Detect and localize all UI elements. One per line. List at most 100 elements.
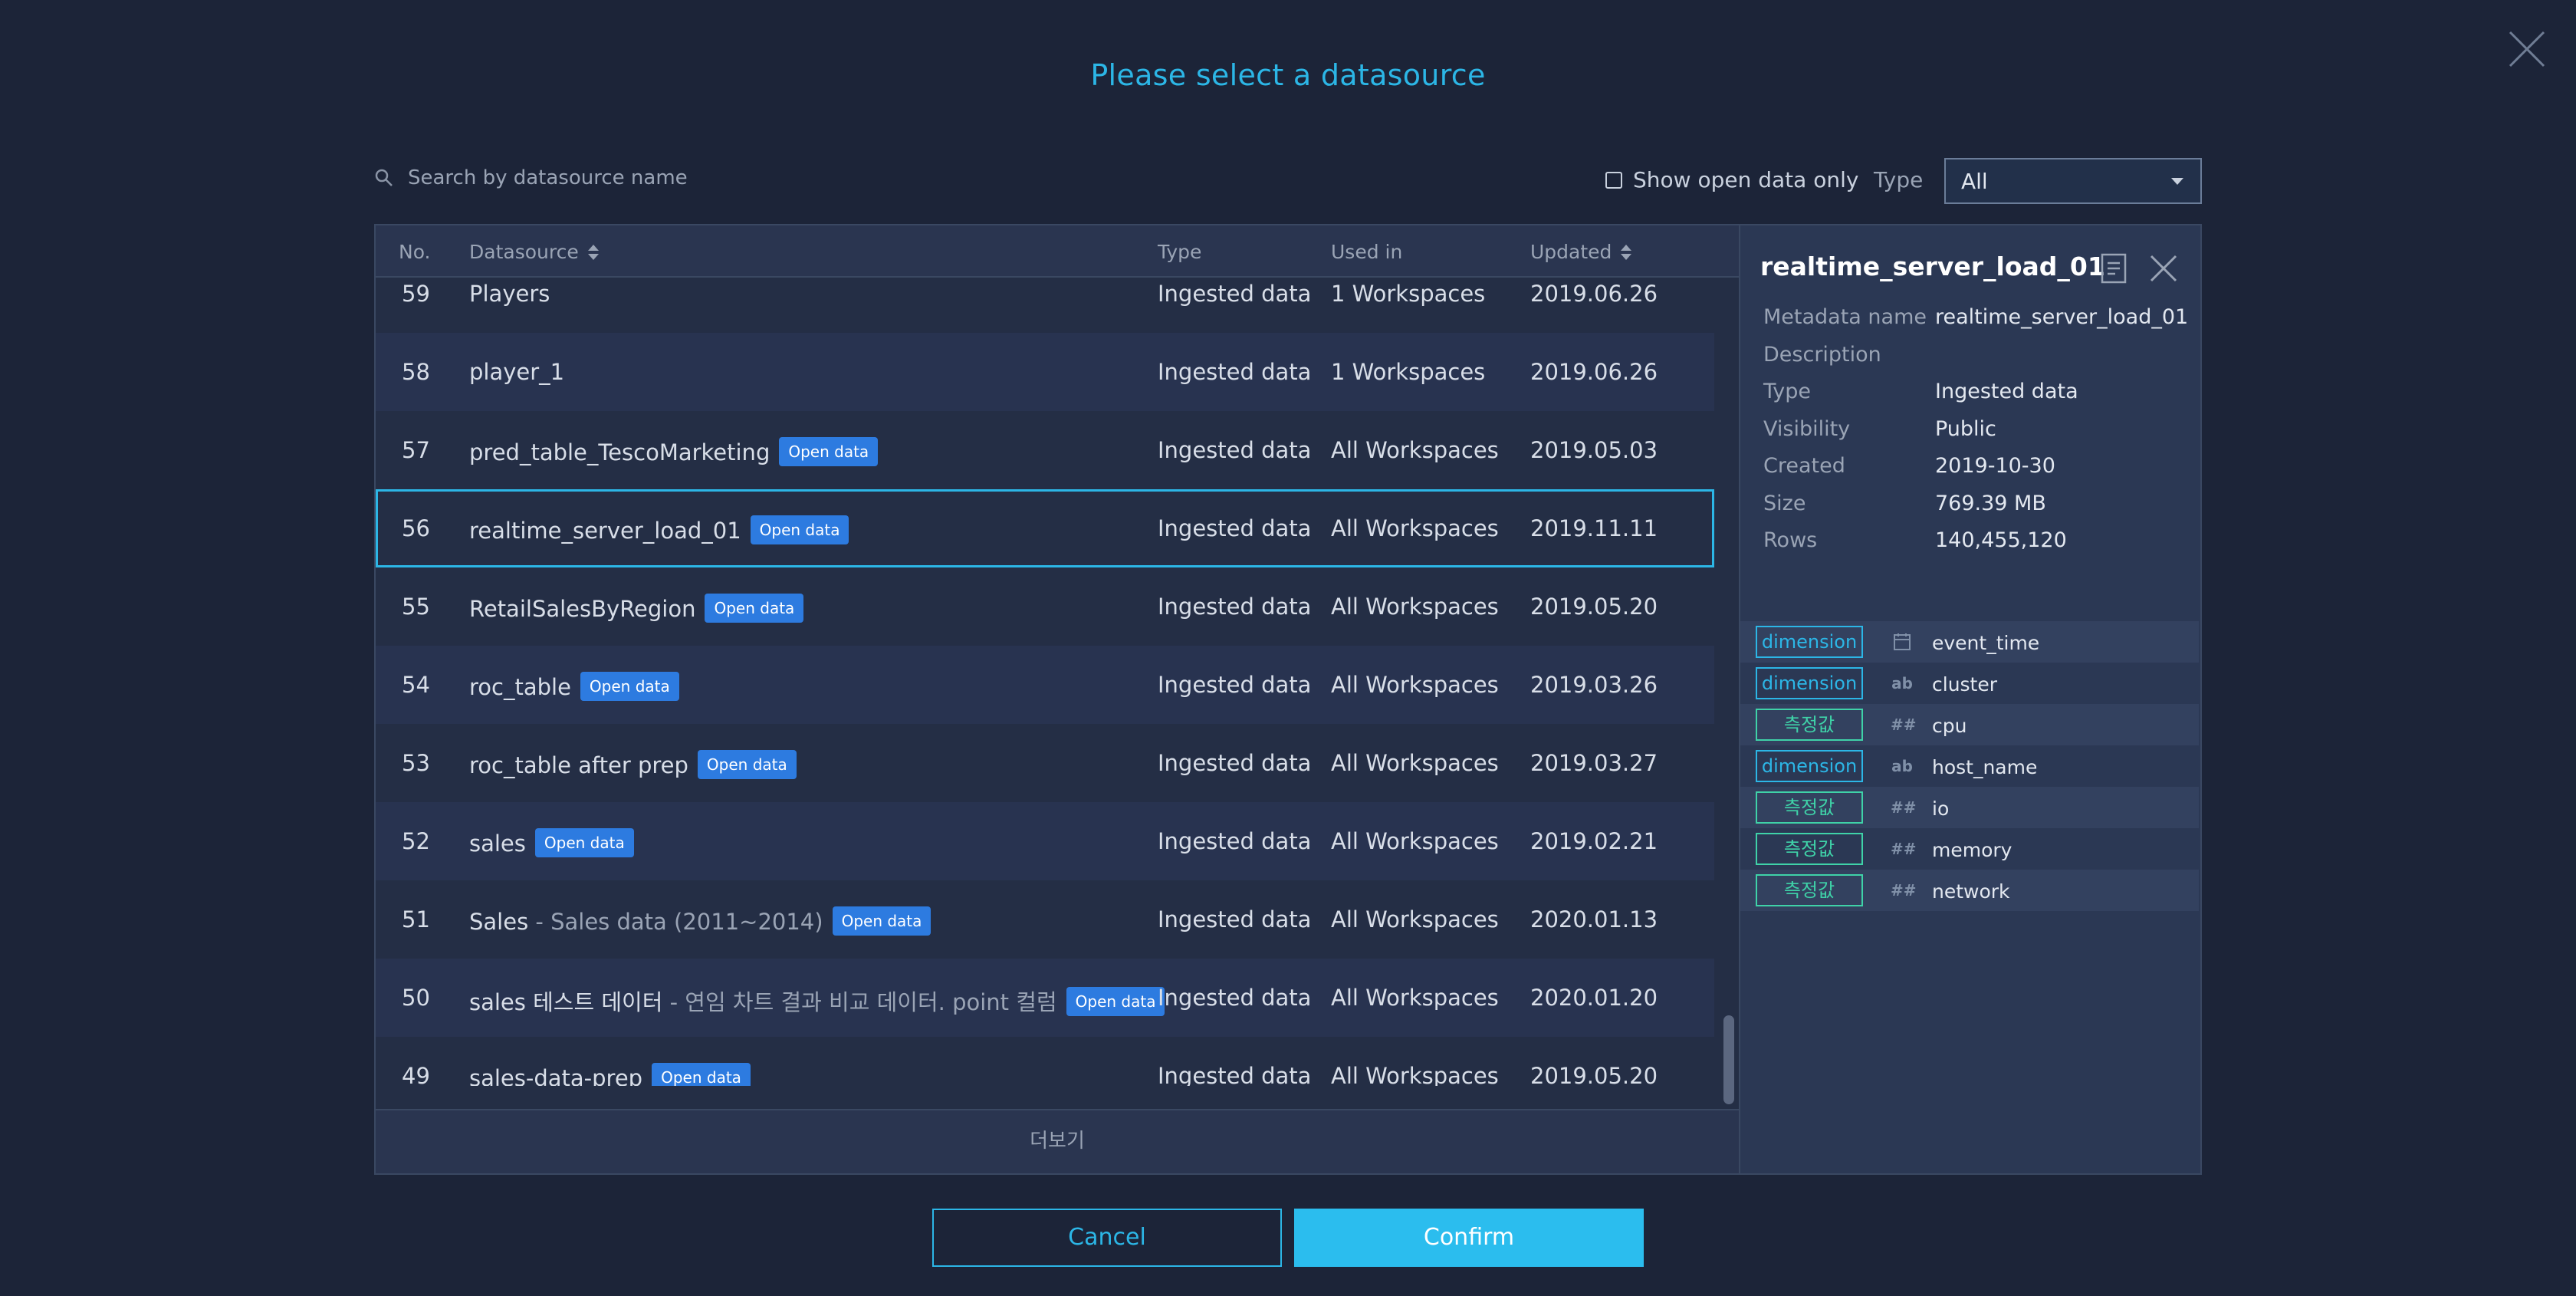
metadata-key: Created — [1763, 454, 1845, 478]
row-datasource: sales Open data — [469, 828, 634, 857]
row-datasource: sales-data-prep Open data — [469, 1063, 751, 1086]
table-row[interactable]: 58 player_1 Ingested data 1 Workspaces 2019.… — [376, 333, 1714, 411]
column-role-badge: dimension — [1756, 750, 1863, 782]
scrollbar-thumb[interactable] — [1723, 1015, 1734, 1104]
open-data-only-toggle[interactable]: Show open data only — [1605, 167, 1858, 192]
header-updated[interactable]: Updated — [1530, 241, 1632, 263]
column-name: event_time — [1932, 632, 2040, 654]
open-data-badge: Open data — [652, 1063, 751, 1086]
row-used-in: All Workspaces — [1331, 906, 1499, 933]
datasource-select-dialog: Please select a datasource Show open dat… — [0, 0, 2576, 1296]
search-input[interactable] — [408, 166, 868, 189]
datasource-name: RetailSalesByRegion — [469, 596, 696, 622]
load-more-button[interactable]: 더보기 — [376, 1109, 1739, 1173]
row-datasource: Sales - Sales data (2011~2014) Open data — [469, 906, 932, 936]
column-item: dimension ab cluster — [1740, 663, 2199, 704]
row-type: Ingested data — [1158, 594, 1312, 620]
column-name: cluster — [1932, 673, 1998, 696]
sort-icon[interactable] — [1621, 245, 1632, 262]
row-datasource: RetailSalesByRegion Open data — [469, 594, 804, 623]
row-used-in: All Workspaces — [1331, 515, 1499, 541]
confirm-button[interactable]: Confirm — [1294, 1209, 1644, 1267]
column-item: dimension ab host_name — [1740, 745, 2199, 787]
row-type: Ingested data — [1158, 750, 1312, 776]
dialog-title: Please select a datasource — [1090, 58, 1486, 92]
calendar-icon — [1894, 633, 1911, 650]
cancel-button[interactable]: Cancel — [932, 1209, 1282, 1267]
row-type: Ingested data — [1158, 515, 1312, 541]
row-used-in: All Workspaces — [1331, 672, 1499, 698]
row-type: Ingested data — [1158, 906, 1312, 933]
row-number: 53 — [402, 750, 430, 776]
row-used-in: All Workspaces — [1331, 985, 1499, 1011]
row-number: 50 — [402, 985, 430, 1011]
row-updated: 2019.06.26 — [1530, 281, 1658, 307]
row-number: 54 — [402, 672, 430, 698]
datasource-name: sales — [469, 831, 526, 857]
datasource-name: Players — [469, 281, 550, 307]
table-row[interactable]: 54 roc_table Open data Ingested data All Wor… — [376, 646, 1714, 724]
table-row[interactable]: 50 sales 테스트 데이터 - 연임 차트 결과 비교 데이터. point… — [376, 959, 1714, 1037]
row-used-in: 1 Workspaces — [1331, 281, 1486, 307]
column-name: memory — [1932, 839, 2013, 861]
row-number: 56 — [402, 515, 430, 541]
header-datasource[interactable]: Datasource — [469, 241, 599, 263]
column-role-badge: dimension — [1756, 626, 1863, 658]
datasource-name: roc_table — [469, 674, 571, 700]
number-type-icon: ## — [1891, 840, 1917, 858]
sort-icon[interactable] — [587, 245, 599, 262]
table-row[interactable]: 53 roc_table after prep Open data Ingested … — [376, 724, 1714, 802]
row-datasource: roc_table after prep Open data — [469, 750, 797, 779]
row-number: 59 — [402, 281, 430, 307]
search-box[interactable] — [374, 161, 868, 195]
column-item: dimension event_time — [1740, 621, 2199, 663]
datasource-detail-panel: realtime_server_load_01 Metadata name rea… — [1740, 224, 2202, 1175]
metadata-key: Type — [1763, 380, 1812, 403]
metadata-key: Visibility — [1763, 416, 1851, 441]
row-number: 52 — [402, 828, 430, 854]
metadata-value: Ingested data — [1935, 380, 2078, 403]
open-data-badge: Open data — [705, 594, 804, 623]
open-data-badge: Open data — [1066, 987, 1165, 1016]
close-panel-icon[interactable] — [2148, 253, 2179, 284]
row-type: Ingested data — [1158, 672, 1312, 698]
number-type-icon: ## — [1891, 881, 1917, 900]
open-data-badge: Open data — [832, 906, 932, 936]
document-icon[interactable] — [2101, 253, 2127, 284]
row-type: Ingested data — [1158, 1063, 1312, 1086]
type-filter-label: Type — [1874, 167, 1924, 192]
table-row[interactable]: 51 Sales - Sales data (2011~2014) Open dat… — [376, 880, 1714, 959]
number-type-icon: ## — [1891, 798, 1917, 817]
metadata-value: Public — [1935, 416, 1996, 441]
text-type-icon: ab — [1891, 757, 1913, 775]
type-filter-select[interactable]: All — [1944, 158, 2202, 204]
row-updated: 2019.05.20 — [1530, 594, 1658, 620]
row-number: 51 — [402, 906, 430, 933]
row-datasource: realtime_server_load_01 Open data — [469, 515, 849, 544]
row-number: 49 — [402, 1063, 430, 1086]
open-data-only-checkbox[interactable] — [1605, 171, 1622, 189]
datasource-name: roc_table after prep — [469, 752, 688, 778]
number-type-icon: ## — [1891, 715, 1917, 734]
row-type: Ingested data — [1158, 828, 1312, 854]
row-updated: 2019.11.11 — [1530, 515, 1658, 541]
metadata-key: Size — [1763, 491, 1806, 515]
row-used-in: 1 Workspaces — [1331, 359, 1486, 385]
row-datasource: player_1 — [469, 359, 564, 385]
table-row[interactable]: 59 Players Ingested data 1 Workspaces 2019.0… — [376, 279, 1714, 333]
column-item: 측정값 ## cpu — [1740, 704, 2199, 745]
row-updated: 2019.05.03 — [1530, 437, 1658, 463]
table-row[interactable]: 52 sales Open data Ingested data All Workspa… — [376, 802, 1714, 880]
type-filter-value: All — [1961, 168, 1988, 194]
text-type-icon: ab — [1891, 674, 1913, 692]
row-datasource: sales 테스트 데이터 - 연임 차트 결과 비교 데이터. point 컬… — [469, 985, 1165, 1017]
row-type: Ingested data — [1158, 437, 1312, 463]
table-row[interactable]: 49 sales-data-prep Open data Ingested data A… — [376, 1037, 1714, 1086]
table-header: No. Datasource Type Used in Updated — [376, 225, 1739, 278]
header-type: Type — [1158, 241, 1202, 263]
open-data-only-label: Show open data only — [1633, 167, 1859, 192]
table-row[interactable]: 57 pred_table_TescoMarketing Open data Inge… — [376, 411, 1714, 489]
table-scrollbar[interactable] — [1719, 279, 1737, 1104]
table-row[interactable]: 55 RetailSalesByRegion Open data Ingested d… — [376, 567, 1714, 646]
table-row[interactable]: 56 realtime_server_load_01 Open data Ingest… — [376, 489, 1714, 567]
